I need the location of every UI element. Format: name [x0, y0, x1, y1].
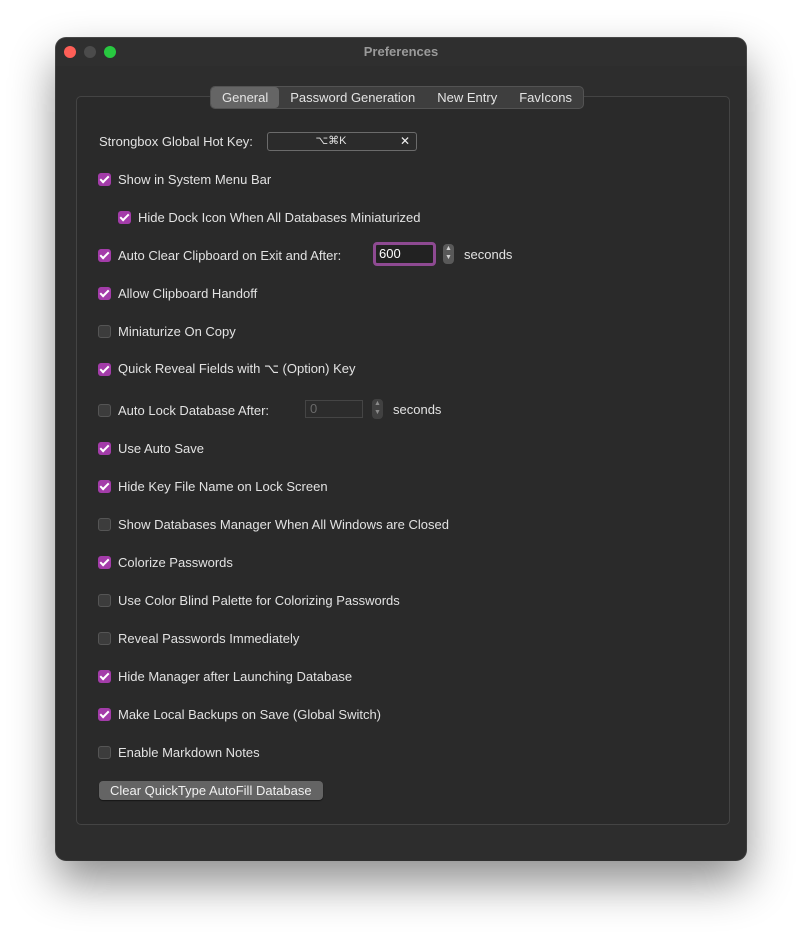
checkbox-miniaturize-on-copy[interactable] [98, 324, 111, 338]
label-auto-lock: Auto Lock Database After: [118, 402, 270, 418]
label-quick-reveal: Quick Reveal Fields with ⌥ (Option) Key [118, 361, 356, 376]
checkbox-quick-reveal[interactable] [98, 362, 111, 376]
label-color-blind: Use Color Blind Palette for Colorizing P… [118, 592, 400, 608]
label-clipboard-handoff: Allow Clipboard Handoff [118, 285, 258, 301]
checkbox-show-db-manager[interactable] [98, 517, 111, 531]
option-show-db-manager[interactable]: Show Databases Manager When All Windows … [98, 514, 449, 534]
checkbox-colorize-passwords[interactable] [98, 555, 111, 569]
label-show-menu-bar: Show in System Menu Bar [118, 171, 272, 187]
option-reveal-immediately[interactable]: Reveal Passwords Immediately [98, 628, 299, 648]
checkbox-color-blind[interactable] [98, 593, 111, 607]
label-colorize-passwords: Colorize Passwords [118, 554, 233, 570]
checkbox-auto-clear-clipboard[interactable] [98, 248, 111, 262]
tab-favicons[interactable]: FavIcons [508, 87, 583, 108]
stepper-up-icon[interactable]: ▲ [443, 244, 454, 253]
clipboard-seconds-stepper[interactable]: ▲ ▼ [443, 244, 454, 264]
checkbox-markdown-notes[interactable] [98, 745, 111, 759]
stepper-down-icon[interactable]: ▼ [443, 253, 454, 262]
window-title: Preferences [363, 44, 439, 59]
tab-general[interactable]: General [211, 87, 280, 108]
checkbox-auto-save[interactable] [98, 441, 111, 455]
clear-quicktype-button[interactable]: Clear QuickType AutoFill Database [99, 781, 323, 800]
label-markdown-notes: Enable Markdown Notes [118, 744, 260, 760]
tab-new-entry[interactable]: New Entry [426, 87, 508, 108]
checkbox-local-backups[interactable] [98, 707, 111, 721]
stepper-down-icon[interactable]: ▼ [372, 408, 383, 417]
clipboard-seconds-unit: seconds [464, 247, 513, 262]
label-hide-manager: Hide Manager after Launching Database [118, 668, 353, 684]
preferences-tab-bar: General Password Generation New Entry Fa… [210, 86, 584, 109]
label-miniaturize-on-copy: Miniaturize On Copy [118, 323, 236, 339]
option-local-backups[interactable]: Make Local Backups on Save (Global Switc… [98, 704, 381, 724]
label-auto-save: Use Auto Save [118, 440, 204, 456]
auto-lock-seconds-input[interactable]: 0 [305, 400, 363, 418]
label-local-backups: Make Local Backups on Save (Global Switc… [118, 706, 382, 722]
option-auto-clear-clipboard[interactable]: Auto Clear Clipboard on Exit and After: [98, 245, 341, 265]
checkbox-reveal-immediately[interactable] [98, 631, 111, 645]
option-auto-lock[interactable]: Auto Lock Database After: [98, 400, 269, 420]
checkbox-show-menu-bar[interactable] [98, 172, 111, 186]
option-show-menu-bar[interactable]: Show in System Menu Bar [98, 169, 271, 189]
option-hide-dock-icon[interactable]: Hide Dock Icon When All Databases Miniat… [118, 207, 421, 227]
clipboard-seconds-input[interactable]: 600 [373, 242, 436, 266]
option-hide-key-file[interactable]: Hide Key File Name on Lock Screen [98, 476, 328, 496]
preferences-window: Preferences General Password Generation … [56, 38, 746, 860]
checkbox-hide-dock-icon[interactable] [118, 210, 131, 224]
checkbox-hide-key-file[interactable] [98, 479, 111, 493]
auto-lock-seconds-stepper[interactable]: ▲ ▼ [372, 399, 383, 419]
label-hide-dock-icon: Hide Dock Icon When All Databases Miniat… [138, 209, 421, 225]
option-colorize-passwords[interactable]: Colorize Passwords [98, 552, 233, 572]
stepper-up-icon[interactable]: ▲ [372, 399, 383, 408]
hotkey-clear-button[interactable]: ✕ [394, 132, 417, 151]
auto-lock-seconds-unit: seconds [393, 402, 442, 417]
checkbox-clipboard-handoff[interactable] [98, 286, 111, 300]
checkbox-auto-lock[interactable] [98, 403, 111, 417]
label-auto-clear-clipboard: Auto Clear Clipboard on Exit and After: [118, 247, 342, 263]
checkbox-hide-manager[interactable] [98, 669, 111, 683]
tab-password-generation[interactable]: Password Generation [279, 87, 426, 108]
option-color-blind[interactable]: Use Color Blind Palette for Colorizing P… [98, 590, 400, 610]
option-auto-save[interactable]: Use Auto Save [98, 438, 204, 458]
title-bar: Preferences [56, 38, 746, 66]
hotkey-label: Strongbox Global Hot Key: [99, 134, 253, 149]
label-reveal-immediately: Reveal Passwords Immediately [118, 630, 300, 646]
option-clipboard-handoff[interactable]: Allow Clipboard Handoff [98, 283, 257, 303]
option-quick-reveal[interactable]: Quick Reveal Fields with ⌥ (Option) Key [98, 359, 356, 379]
hotkey-recorder-field[interactable]: ⌥⌘K [267, 132, 395, 151]
option-markdown-notes[interactable]: Enable Markdown Notes [98, 742, 260, 762]
option-hide-manager[interactable]: Hide Manager after Launching Database [98, 666, 352, 686]
option-miniaturize-on-copy[interactable]: Miniaturize On Copy [98, 321, 236, 341]
label-hide-key-file: Hide Key File Name on Lock Screen [118, 478, 328, 494]
label-show-db-manager: Show Databases Manager When All Windows … [118, 516, 449, 532]
